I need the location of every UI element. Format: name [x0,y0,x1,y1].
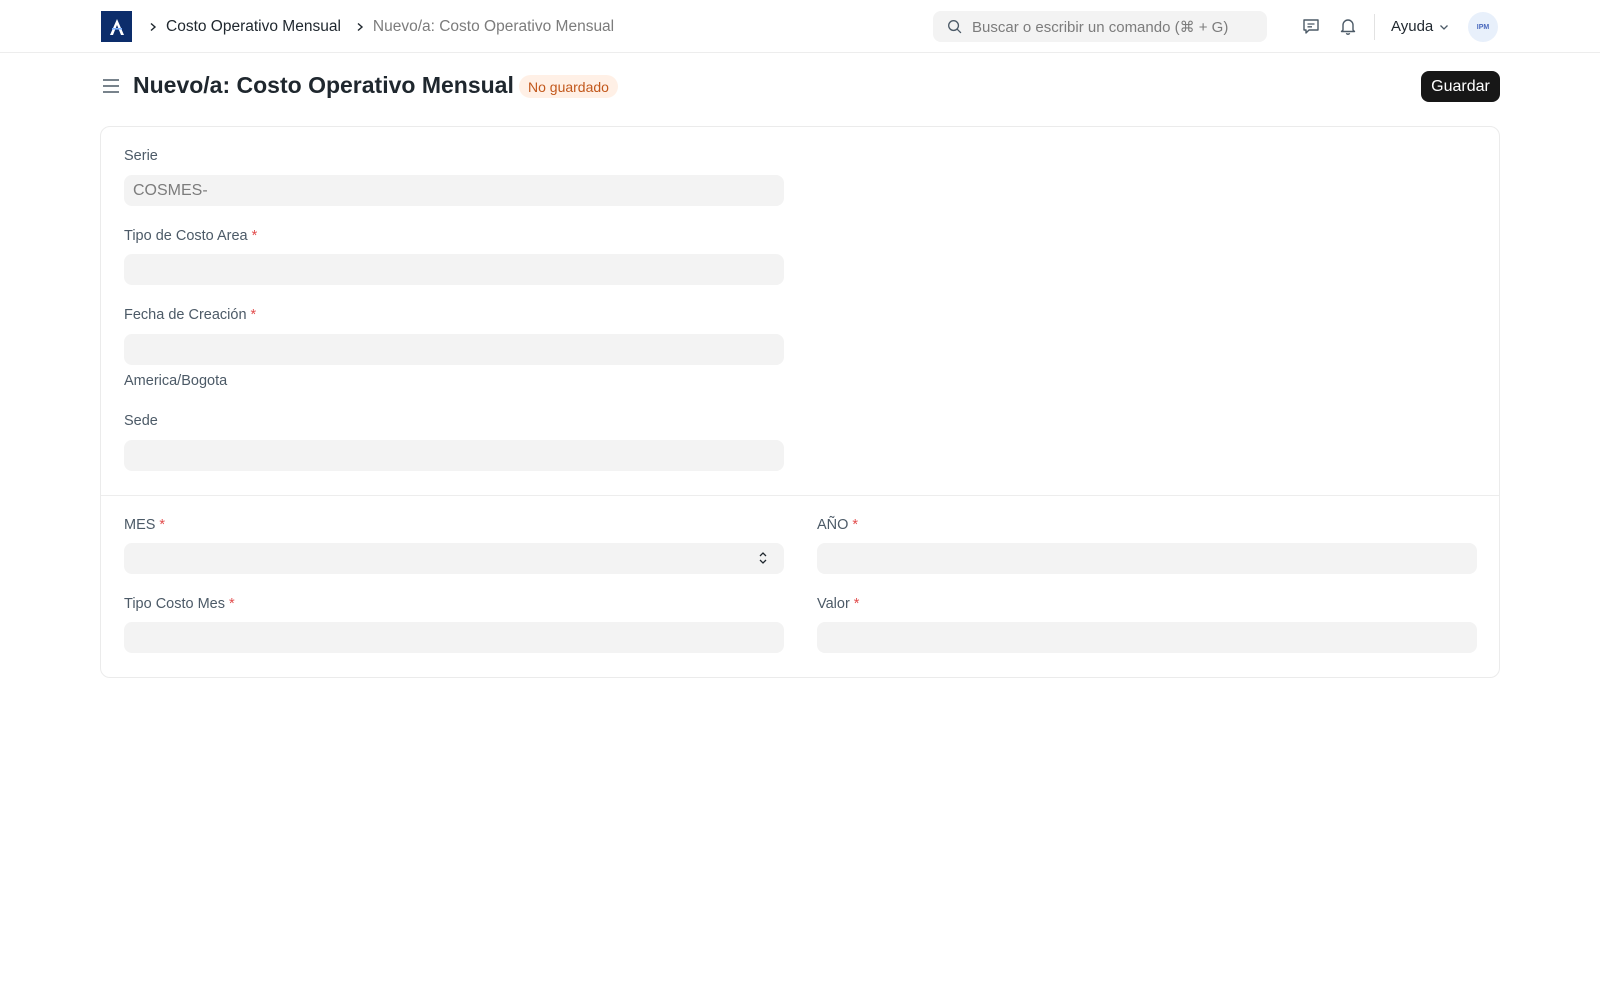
required-marker: * [159,517,166,533]
search-placeholder: Buscar o escribir un comando (⌘ + G) [972,18,1229,36]
anio-label: AÑO * [817,517,858,533]
tipo-costo-mes-field[interactable] [124,622,784,653]
fecha-creacion-label: Fecha de Creación * [124,307,256,323]
bell-icon[interactable] [1337,15,1359,37]
serie-label: Serie [124,148,158,164]
breadcrumb-costo-operativo-mensual[interactable]: Costo Operativo Mensual [166,18,341,36]
fecha-creacion-label-text: Fecha de Creación [124,307,247,323]
select-arrows-icon [758,550,768,566]
sede-label-text: Sede [124,413,158,429]
anio-field[interactable] [817,543,1477,574]
chevron-down-icon [1439,22,1449,32]
valor-field[interactable] [817,622,1477,653]
timezone-text: America/Bogota [124,373,228,389]
serie-field[interactable]: COSMES- [124,175,784,206]
avatar[interactable]: IPM [1468,12,1498,42]
page-title: Nuevo/a: Costo Operativo Mensual [133,72,514,98]
app-logo-icon[interactable] [101,11,132,42]
help-dropdown[interactable]: Ayuda [1391,0,1449,53]
required-marker: * [251,228,258,244]
search-icon [947,19,962,34]
tipo-costo-area-label-text: Tipo de Costo Area [124,228,248,244]
fecha-creacion-field[interactable] [124,334,784,365]
sede-field[interactable] [124,440,784,471]
tipo-costo-mes-label-text: Tipo Costo Mes [124,596,225,612]
anio-label-text: AÑO [817,517,849,533]
form-card: Serie COSMES- Tipo de Costo Area * Fecha … [100,126,1500,678]
chevron-right-icon [353,20,367,34]
serie-value: COSMES- [133,181,208,199]
sidebar-toggle-icon[interactable] [101,76,121,96]
status-badge: No guardado [519,75,618,98]
required-marker: * [852,517,859,533]
required-marker: * [853,596,860,612]
valor-label: Valor * [817,596,859,612]
required-marker: * [250,307,257,323]
mes-label: MES * [124,517,165,533]
tipo-costo-area-field[interactable] [124,254,784,285]
serie-label-text: Serie [124,148,158,164]
mes-label-text: MES [124,517,156,533]
chevron-right-icon [146,20,160,34]
chat-icon[interactable] [1300,15,1322,37]
sede-label: Sede [124,413,158,429]
breadcrumb-current[interactable]: Nuevo/a: Costo Operativo Mensual [373,18,614,36]
mes-select[interactable] [124,543,784,574]
section-divider [101,495,1499,496]
navbar-divider [1374,14,1375,40]
valor-label-text: Valor [817,596,850,612]
save-button[interactable]: Guardar [1421,71,1500,102]
navbar: Costo Operativo Mensual Nuevo/a: Costo O… [0,0,1600,53]
breadcrumb: Costo Operativo Mensual Nuevo/a: Costo O… [146,0,626,53]
tipo-costo-mes-label: Tipo Costo Mes * [124,596,235,612]
tipo-costo-area-label: Tipo de Costo Area * [124,228,257,244]
help-label: Ayuda [1391,18,1434,35]
required-marker: * [229,596,235,612]
search-input[interactable]: Buscar o escribir un comando (⌘ + G) [933,11,1267,42]
